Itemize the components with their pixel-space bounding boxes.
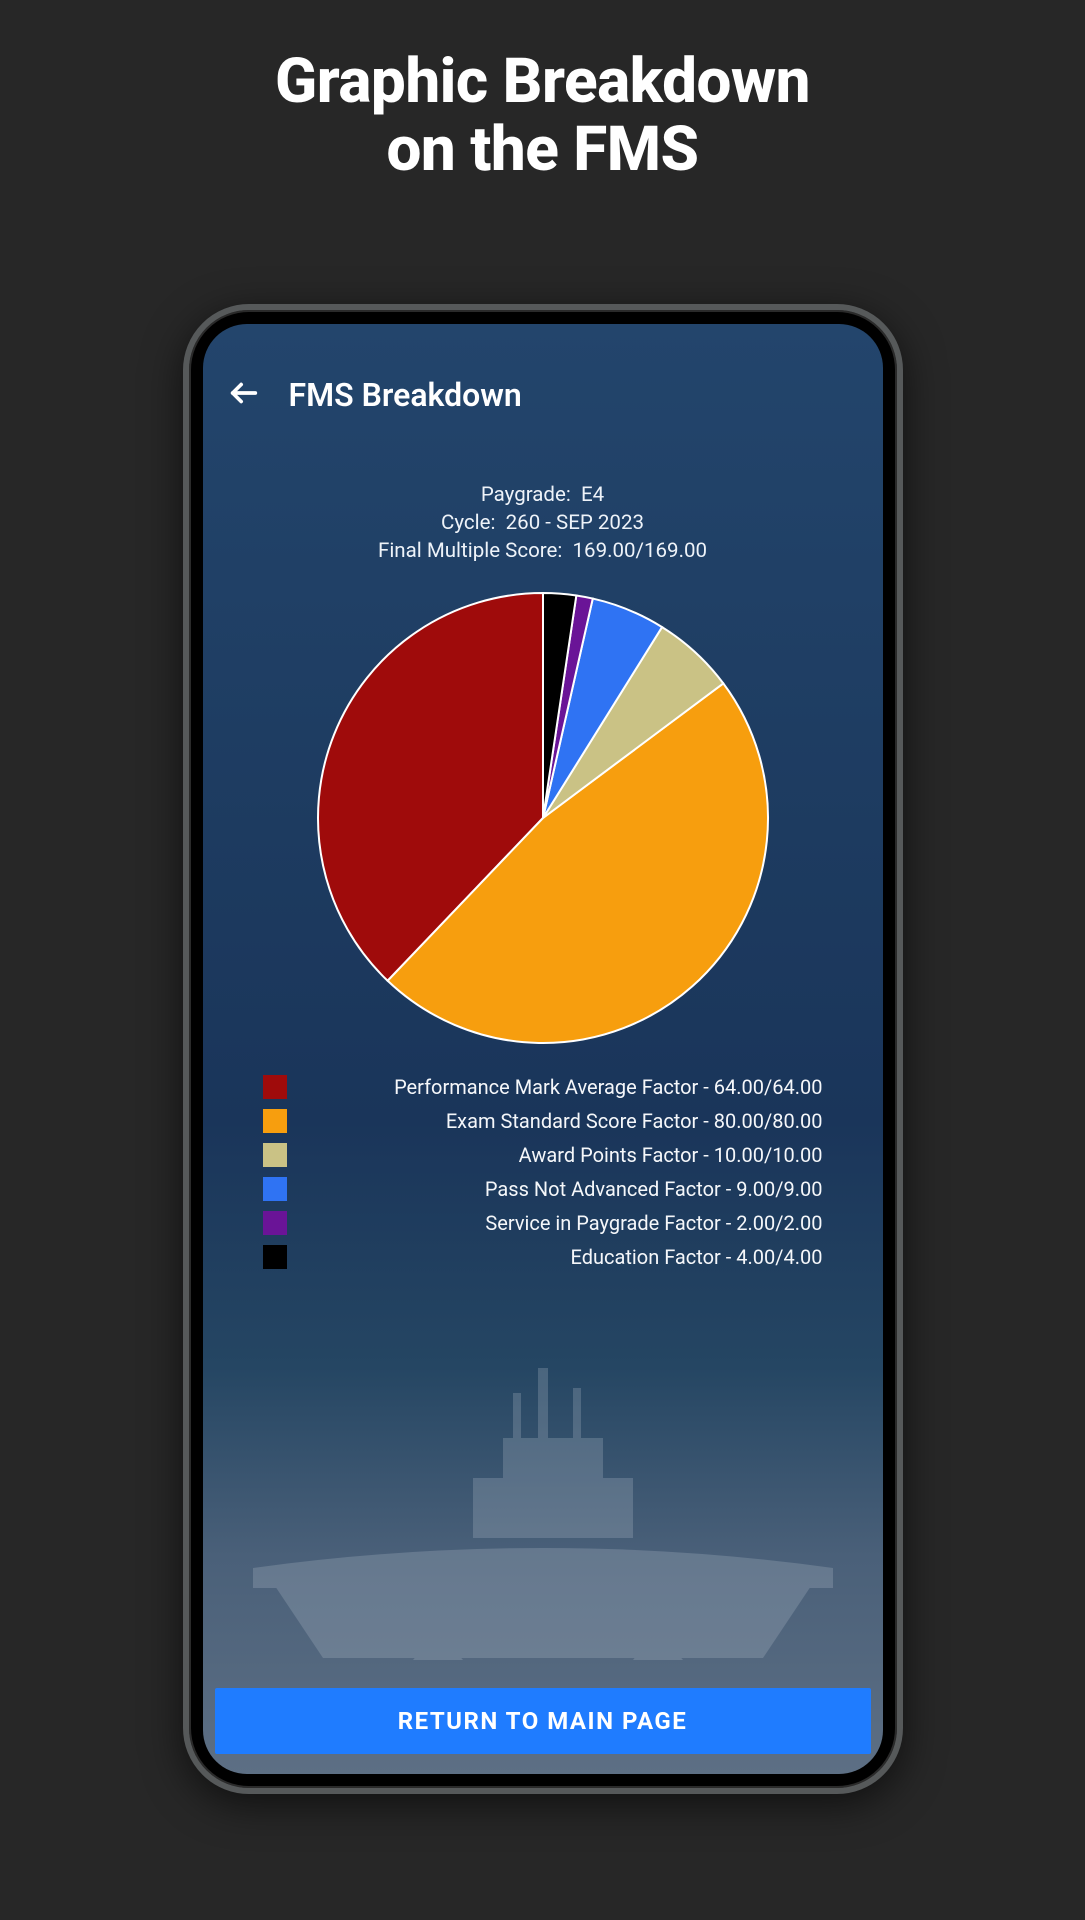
legend-swatch [263, 1109, 287, 1133]
legend-swatch [263, 1143, 287, 1167]
summary-fms: Final Multiple Score: 169.00/169.00 [203, 538, 883, 566]
legend: Performance Mark Average Factor - 64.00/… [263, 1075, 823, 1269]
phone-frame: FMS Breakdown Paygrade: E4 Cycle: 260 - … [183, 304, 903, 1794]
legend-swatch [263, 1211, 287, 1235]
legend-swatch [263, 1177, 287, 1201]
phone-screen: FMS Breakdown Paygrade: E4 Cycle: 260 - … [203, 324, 883, 1774]
return-button-label: RETURN TO MAIN PAGE [398, 1707, 688, 1735]
legend-row: Education Factor - 4.00/4.00 [263, 1245, 823, 1269]
legend-row: Award Points Factor - 10.00/10.00 [263, 1143, 823, 1167]
summary-block: Paygrade: E4 Cycle: 260 - SEP 2023 Final… [203, 482, 883, 565]
legend-row: Pass Not Advanced Factor - 9.00/9.00 [263, 1177, 823, 1201]
app-store-screenshot: Graphic Breakdown on the FMS FMS Breakdo… [0, 0, 1085, 1920]
marketing-title: Graphic Breakdown on the FMS [275, 48, 810, 184]
legend-swatch [263, 1075, 287, 1099]
ship-silhouette-icon [203, 1328, 883, 1688]
back-arrow-icon[interactable] [227, 376, 261, 414]
marketing-title-line-1: Graphic Breakdown [275, 48, 810, 116]
app-bar: FMS Breakdown [203, 324, 883, 440]
legend-label: Performance Mark Average Factor - 64.00/… [301, 1075, 823, 1099]
legend-label: Exam Standard Score Factor - 80.00/80.00 [301, 1109, 823, 1133]
legend-label: Pass Not Advanced Factor - 9.00/9.00 [301, 1177, 823, 1201]
summary-paygrade: Paygrade: E4 [203, 482, 883, 510]
legend-row: Exam Standard Score Factor - 80.00/80.00 [263, 1109, 823, 1133]
legend-label: Service in Paygrade Factor - 2.00/2.00 [301, 1211, 823, 1235]
legend-row: Service in Paygrade Factor - 2.00/2.00 [263, 1211, 823, 1235]
legend-swatch [263, 1245, 287, 1269]
legend-row: Performance Mark Average Factor - 64.00/… [263, 1075, 823, 1099]
legend-label: Education Factor - 4.00/4.00 [301, 1245, 823, 1269]
summary-cycle: Cycle: 260 - SEP 2023 [203, 510, 883, 538]
marketing-title-line-2: on the FMS [275, 116, 810, 184]
page-title: FMS Breakdown [289, 376, 522, 414]
pie-chart [308, 583, 778, 1053]
legend-label: Award Points Factor - 10.00/10.00 [301, 1143, 823, 1167]
return-to-main-button[interactable]: RETURN TO MAIN PAGE [215, 1688, 871, 1754]
